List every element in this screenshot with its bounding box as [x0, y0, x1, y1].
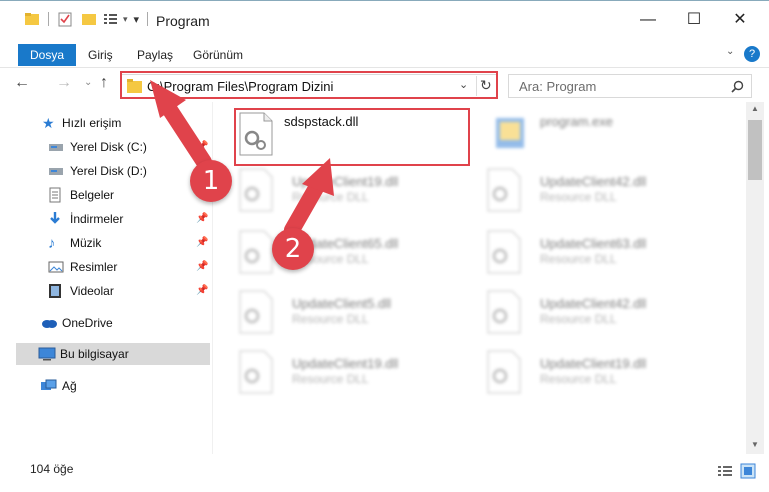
- step-badge-1: 1: [190, 160, 232, 202]
- arrow-step2: [284, 158, 334, 238]
- arrow-step1: [150, 80, 212, 170]
- step-badge-2: 2: [272, 228, 314, 270]
- annotation-arrows: [150, 80, 334, 238]
